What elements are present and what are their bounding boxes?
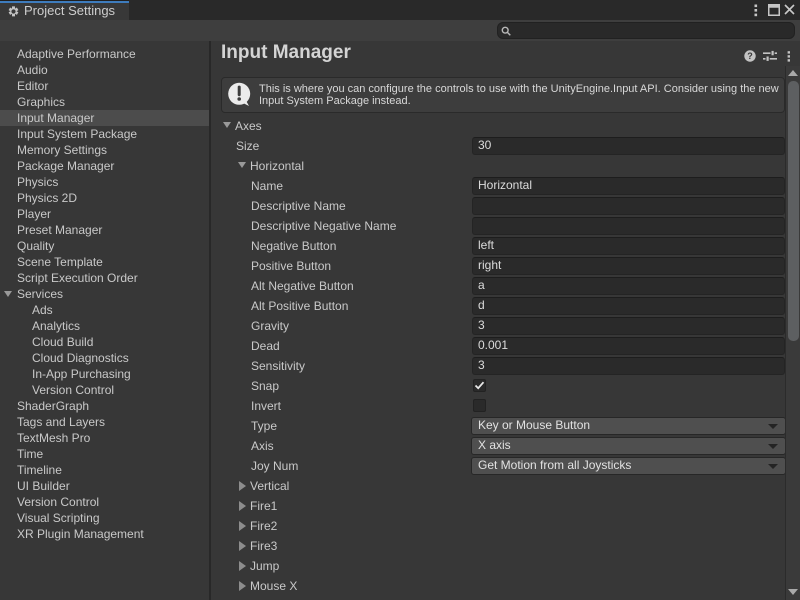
svg-text:?: ? <box>747 51 753 61</box>
